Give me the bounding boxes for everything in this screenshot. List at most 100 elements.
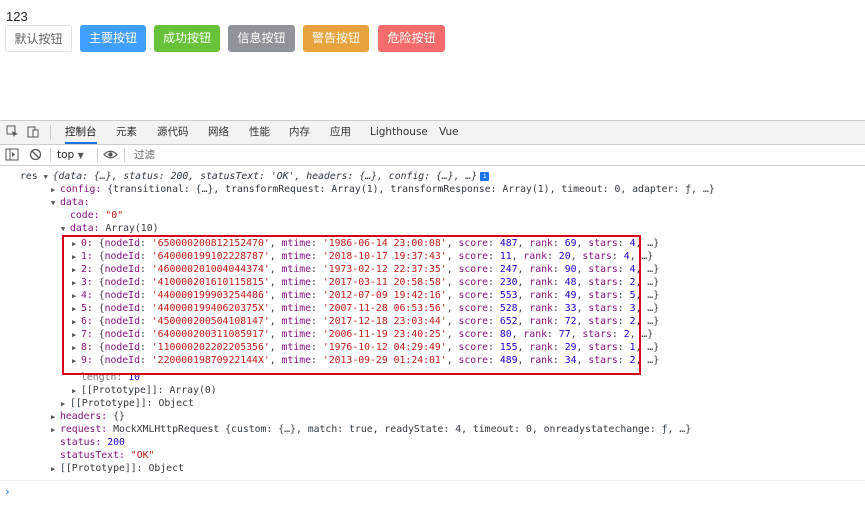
value-status: 200 — [107, 437, 125, 448]
key-nodeid: nodeId — [104, 264, 140, 275]
live-expression-eye-icon[interactable] — [103, 148, 118, 165]
value-rank: 77 — [558, 329, 571, 340]
value-rank: 72 — [564, 316, 577, 327]
value-score: 155 — [499, 342, 518, 353]
tree-row-config[interactable]: ▶ config: {transitional: {…}, transformRe… — [51, 183, 715, 196]
key-statustext: statusText: — [60, 450, 125, 461]
expand-triangle-icon[interactable]: ▼ — [51, 197, 60, 210]
value-stars: 2 — [629, 277, 636, 288]
key-stars: stars — [588, 290, 618, 301]
array-row[interactable]: ▶ 1: {nodeId: '640000199102228787', mtime… — [72, 250, 653, 263]
key-stars: stars — [588, 303, 618, 314]
key-mtime: mtime — [281, 342, 312, 353]
value-nodeid: '440000199903254486' — [151, 290, 270, 301]
row-index: 8: — [81, 342, 93, 353]
array-row[interactable]: ▶ 2: {nodeId: '460000201004044374', mtime… — [72, 263, 659, 276]
value-mtime: '2018-10-17 19:37:43' — [322, 251, 447, 262]
value-config: {transitional: {…}, transformRequest: Ar… — [107, 184, 715, 195]
tree-row-proto-root[interactable]: ▶ [[Prototype]]: Object — [51, 462, 184, 475]
clear-console-icon[interactable] — [29, 148, 42, 165]
prompt-divider — [0, 480, 865, 481]
key-mtime: mtime — [281, 277, 312, 288]
tree-row-inner-data[interactable]: ▼ data: Array(10) — [61, 222, 159, 235]
key-config: config: — [60, 184, 102, 195]
array-row[interactable]: ▶ 0: {nodeId: '650000200812152470', mtime… — [72, 237, 659, 250]
tab-vue[interactable]: Vue — [439, 121, 459, 144]
key-rank: rank — [529, 290, 553, 301]
primary-button[interactable]: 主要按钮 — [80, 25, 146, 52]
value-score: 489 — [499, 355, 518, 366]
key-rank: rank — [529, 355, 553, 366]
key-score: score — [458, 342, 489, 353]
key-nodeid: nodeId — [104, 329, 140, 340]
tab-elements[interactable]: 元素 — [116, 121, 137, 144]
array-row[interactable]: ▶ 5: {nodeId: '44000019940620375X', mtime… — [72, 302, 659, 315]
default-button[interactable]: 默认按钮 — [5, 25, 72, 52]
collapsed-triangle-icon[interactable]: ▶ — [51, 463, 60, 476]
value-mtime: '2007-11-28 06:53:56' — [322, 303, 447, 314]
value-inner-data: Array(10) — [105, 223, 159, 234]
key-rank: rank — [523, 251, 547, 262]
tab-performance[interactable]: 性能 — [249, 121, 270, 144]
sidebar-toggle-icon[interactable] — [5, 148, 19, 165]
array-row[interactable]: ▶ 8: {nodeId: '110000202202205356', mtime… — [72, 341, 659, 354]
tab-application[interactable]: 应用 — [330, 121, 351, 144]
key-mtime: mtime — [281, 355, 312, 366]
tab-console[interactable]: 控制台 — [65, 121, 97, 144]
key-mtime: mtime — [281, 251, 312, 262]
key-nodeid: nodeId — [104, 342, 140, 353]
array-row[interactable]: ▶ 9: {nodeId: '22000019870922144X', mtime… — [72, 354, 659, 367]
key-nodeid: nodeId — [104, 355, 140, 366]
array-row[interactable]: ▶ 7: {nodeId: '640000200311085917', mtime… — [72, 328, 653, 341]
key-mtime: mtime — [281, 264, 312, 275]
value-statustext: "OK" — [130, 450, 155, 461]
console-toolbar: top ▼ — [0, 145, 865, 166]
value-rank: 49 — [564, 290, 577, 301]
console-prompt[interactable]: › — [4, 485, 11, 498]
tree-row-request[interactable]: ▶ request: MockXMLHttpRequest {custom: {…… — [51, 423, 691, 436]
success-button[interactable]: 成功按钮 — [154, 25, 220, 52]
value-score: 652 — [499, 316, 518, 327]
tab-lighthouse[interactable]: Lighthouse — [370, 121, 428, 144]
key-stars: stars — [582, 329, 612, 340]
array-row[interactable]: ▶ 3: {nodeId: '410000201610115815', mtime… — [72, 276, 659, 289]
value-nodeid: '650000200812152470' — [151, 238, 270, 249]
tree-row-proto-array[interactable]: ▶ [[Prototype]]: Array(0) — [72, 384, 217, 397]
tree-row-headers[interactable]: ▶ headers: {} — [51, 410, 125, 423]
chevron-down-icon: ▼ — [77, 151, 84, 160]
value-rank: 48 — [564, 277, 577, 288]
tree-row-proto-object[interactable]: ▶ [[Prototype]]: Object — [61, 397, 194, 410]
value-mtime: '2012-07-09 19:42:16' — [322, 290, 447, 301]
row-index: 0: — [81, 238, 93, 249]
tab-sources[interactable]: 源代码 — [157, 121, 189, 144]
key-mtime: mtime — [281, 329, 312, 340]
context-select[interactable]: top ▼ — [57, 148, 84, 162]
tree-row-data[interactable]: ▼ data: — [51, 196, 90, 209]
danger-button[interactable]: 危险按钮 — [378, 25, 445, 52]
value-mtime: '1986-06-14 23:00:08' — [322, 238, 447, 249]
devtools-tab-bar: 控制台 元素 源代码 网络 性能 内存 应用 Lighthouse Vue — [0, 121, 865, 145]
console-filter-input[interactable] — [132, 147, 856, 163]
tab-network[interactable]: 网络 — [208, 121, 229, 144]
collapsed-triangle-icon[interactable]: ▶ — [51, 424, 60, 437]
key-nodeid: nodeId — [104, 303, 140, 314]
tab-memory[interactable]: 内存 — [289, 121, 310, 144]
info-icon[interactable]: i — [480, 171, 490, 181]
expand-triangle-icon[interactable]: ▼ — [61, 223, 70, 236]
value-mtime: '2017-03-11 20:58:58' — [322, 277, 447, 288]
key-rank: rank — [529, 238, 553, 249]
warning-button[interactable]: 警告按钮 — [303, 25, 369, 52]
collapsed-triangle-icon[interactable]: ▶ — [72, 355, 81, 368]
key-request: request: — [60, 424, 108, 435]
info-button[interactable]: 信息按钮 — [228, 25, 295, 52]
key-score: score — [458, 238, 489, 249]
row-index: 3: — [81, 277, 93, 288]
value-nodeid: '450000200504108147' — [151, 316, 270, 327]
array-row[interactable]: ▶ 4: {nodeId: '440000199903254486', mtime… — [72, 289, 659, 302]
key-stars: stars — [588, 277, 618, 288]
device-toolbar-icon[interactable] — [27, 125, 40, 138]
array-row[interactable]: ▶ 6: {nodeId: '450000200504108147', mtime… — [72, 315, 659, 328]
inspect-element-icon[interactable] — [6, 125, 19, 138]
row-index: 6: — [81, 316, 93, 327]
key-score: score — [458, 277, 489, 288]
